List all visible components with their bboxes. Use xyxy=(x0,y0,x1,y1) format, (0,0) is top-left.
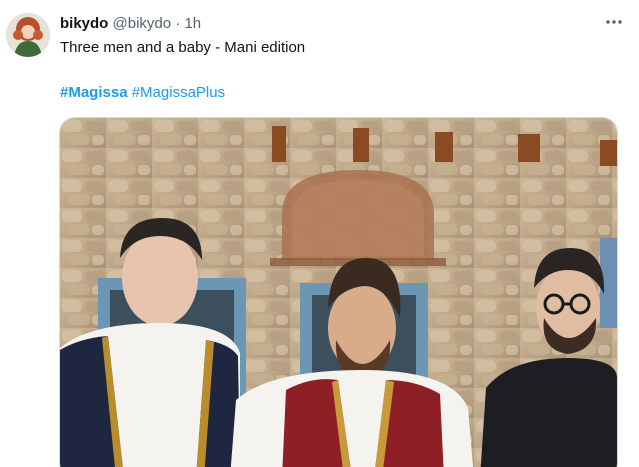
tweet[interactable]: bikydo @bikydo · 1h Three men and a baby… xyxy=(0,0,639,467)
tweet-timestamp[interactable]: 1h xyxy=(184,15,201,32)
hashtag-link[interactable]: #Magissa xyxy=(60,84,128,101)
avatar[interactable] xyxy=(6,13,50,57)
tweet-media-photo[interactable] xyxy=(59,117,618,467)
hashtag-link[interactable]: #MagissaPlus xyxy=(132,84,225,101)
separator-dot: · xyxy=(175,15,181,32)
more-horizontal-icon xyxy=(606,20,622,24)
more-options-button[interactable] xyxy=(601,12,627,32)
author-display-name[interactable]: bikydo xyxy=(60,15,108,32)
photo-image xyxy=(60,118,617,467)
tweet-header: bikydo @bikydo · 1h xyxy=(60,14,201,34)
tweet-text: Three men and a baby - Mani edition xyxy=(60,39,306,56)
author-handle[interactable]: @bikydo xyxy=(113,15,172,32)
tweet-hashtags: #Magissa #MagissaPlus xyxy=(60,83,225,103)
avatar-illustration-icon xyxy=(6,13,50,57)
